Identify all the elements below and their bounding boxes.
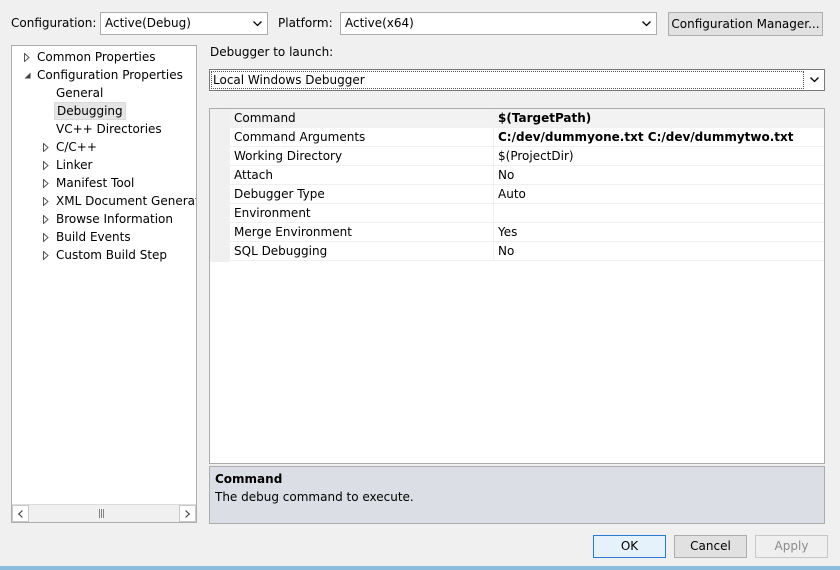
property-name: Debugger Type [234,187,325,201]
configuration-manager-button[interactable]: Configuration Manager... [668,12,823,36]
column-divider [493,128,494,147]
collapse-arrow-icon[interactable] [21,66,33,84]
tree-item-label: Configuration Properties [37,68,183,82]
expand-arrow-icon[interactable] [21,48,33,66]
tree-item[interactable]: General [12,84,196,102]
property-name: Attach [234,168,273,182]
tree-item[interactable]: Manifest Tool [12,174,196,192]
column-divider [493,185,494,204]
tree-item[interactable]: XML Document Generator [12,192,196,210]
property-value[interactable]: C:/dev/dummyone.txt C:/dev/dummytwo.txt [498,128,793,146]
debugger-value: Local Windows Debugger [213,73,365,87]
tree-item[interactable]: C/C++ [12,138,196,156]
property-value[interactable]: No [498,242,514,260]
expand-arrow-icon[interactable] [40,174,52,192]
horizontal-scrollbar[interactable]: ||| [12,504,196,522]
tree-item-label: Linker [56,158,93,172]
grid-gutter [210,109,230,262]
property-name: Merge Environment [234,225,352,239]
column-divider [493,223,494,242]
expand-arrow-icon[interactable] [40,210,52,228]
chevron-right-icon [185,509,190,518]
description-title: Command [215,472,283,486]
ok-button[interactable]: OK [593,535,666,558]
tree-item-label: Manifest Tool [56,176,135,190]
property-name: Environment [234,206,311,220]
scroll-right-button[interactable] [179,505,196,522]
property-value[interactable]: Yes [498,223,517,241]
property-row[interactable]: Merge Environment Yes [230,223,824,242]
property-value[interactable]: $(ProjectDir) [498,147,574,165]
configuration-label: Configuration: [11,16,97,30]
property-name: SQL Debugging [234,244,328,258]
expand-arrow-icon[interactable] [40,138,52,156]
chevron-down-icon [808,70,820,90]
tree-item[interactable]: Linker [12,156,196,174]
debugger-label: Debugger to launch: [210,45,334,59]
expand-arrow-icon[interactable] [40,246,52,264]
property-value[interactable]: No [498,166,514,184]
tree-item[interactable]: Common Properties [12,48,196,66]
expand-arrow-icon[interactable] [40,156,52,174]
chevron-down-icon [640,13,652,34]
cancel-button[interactable]: Cancel [674,535,747,558]
property-tree[interactable]: Common Properties Configuration Propertie… [11,45,197,523]
configuration-select[interactable]: Active(Debug) [100,12,268,35]
tree-item-label: VC++ Directories [56,122,162,136]
property-value[interactable]: Auto [498,185,526,203]
tree-item[interactable]: Configuration Properties [12,66,196,84]
column-divider [493,242,494,261]
column-divider [493,109,494,128]
platform-value: Active(x64) [345,16,414,30]
window-bottom-border [0,566,840,570]
column-divider [493,204,494,223]
configuration-value: Active(Debug) [105,16,191,30]
property-row[interactable]: SQL Debugging No [230,242,824,261]
column-divider [493,166,494,185]
tree-item-label: Build Events [56,230,131,244]
property-row[interactable]: Environment [230,204,824,223]
tree-item-label: Common Properties [37,50,156,64]
expand-arrow-icon[interactable] [40,192,52,210]
description-text: The debug command to execute. [215,490,414,504]
tree-item[interactable]: Debugging [12,102,196,120]
platform-select[interactable]: Active(x64) [340,12,657,35]
property-value[interactable]: $(TargetPath) [498,109,591,127]
tree-item-label: Browse Information [56,212,173,226]
chevron-down-icon [251,13,263,34]
chevron-left-icon [18,509,23,518]
tree-item-label: C/C++ [56,140,97,154]
property-row[interactable]: Attach No [230,166,824,185]
tree-item-label: Custom Build Step [56,248,168,262]
column-divider [493,147,494,166]
property-row[interactable]: Command $(TargetPath) [230,109,824,128]
tree-item[interactable]: Custom Build Step [12,246,196,264]
tree-item[interactable]: Build Events [12,228,196,246]
property-row[interactable]: Command Arguments C:/dev/dummyone.txt C:/… [230,128,824,147]
tree-item[interactable]: Browse Information [12,210,196,228]
expand-arrow-icon[interactable] [40,228,52,246]
apply-button[interactable]: Apply [755,535,828,558]
property-name: Command [234,111,296,125]
property-name: Command Arguments [234,130,366,144]
tree-item-label: Debugging [54,102,126,120]
platform-label: Platform: [278,16,333,30]
tree-item-label: General [56,86,104,100]
property-row[interactable]: Working Directory $(ProjectDir) [230,147,824,166]
scroll-left-button[interactable] [12,505,29,522]
description-panel: Command The debug command to execute. [209,466,825,524]
property-name: Working Directory [234,149,343,163]
debugger-select[interactable]: Local Windows Debugger [209,69,825,91]
scroll-thumb-grip-icon[interactable]: ||| [98,509,105,519]
property-row[interactable]: Debugger Type Auto [230,185,824,204]
tree-item-label: XML Document Generator [56,194,197,208]
tree-item[interactable]: VC++ Directories [12,120,196,138]
property-grid[interactable]: Command $(TargetPath) Command Arguments C:/… [209,108,825,464]
